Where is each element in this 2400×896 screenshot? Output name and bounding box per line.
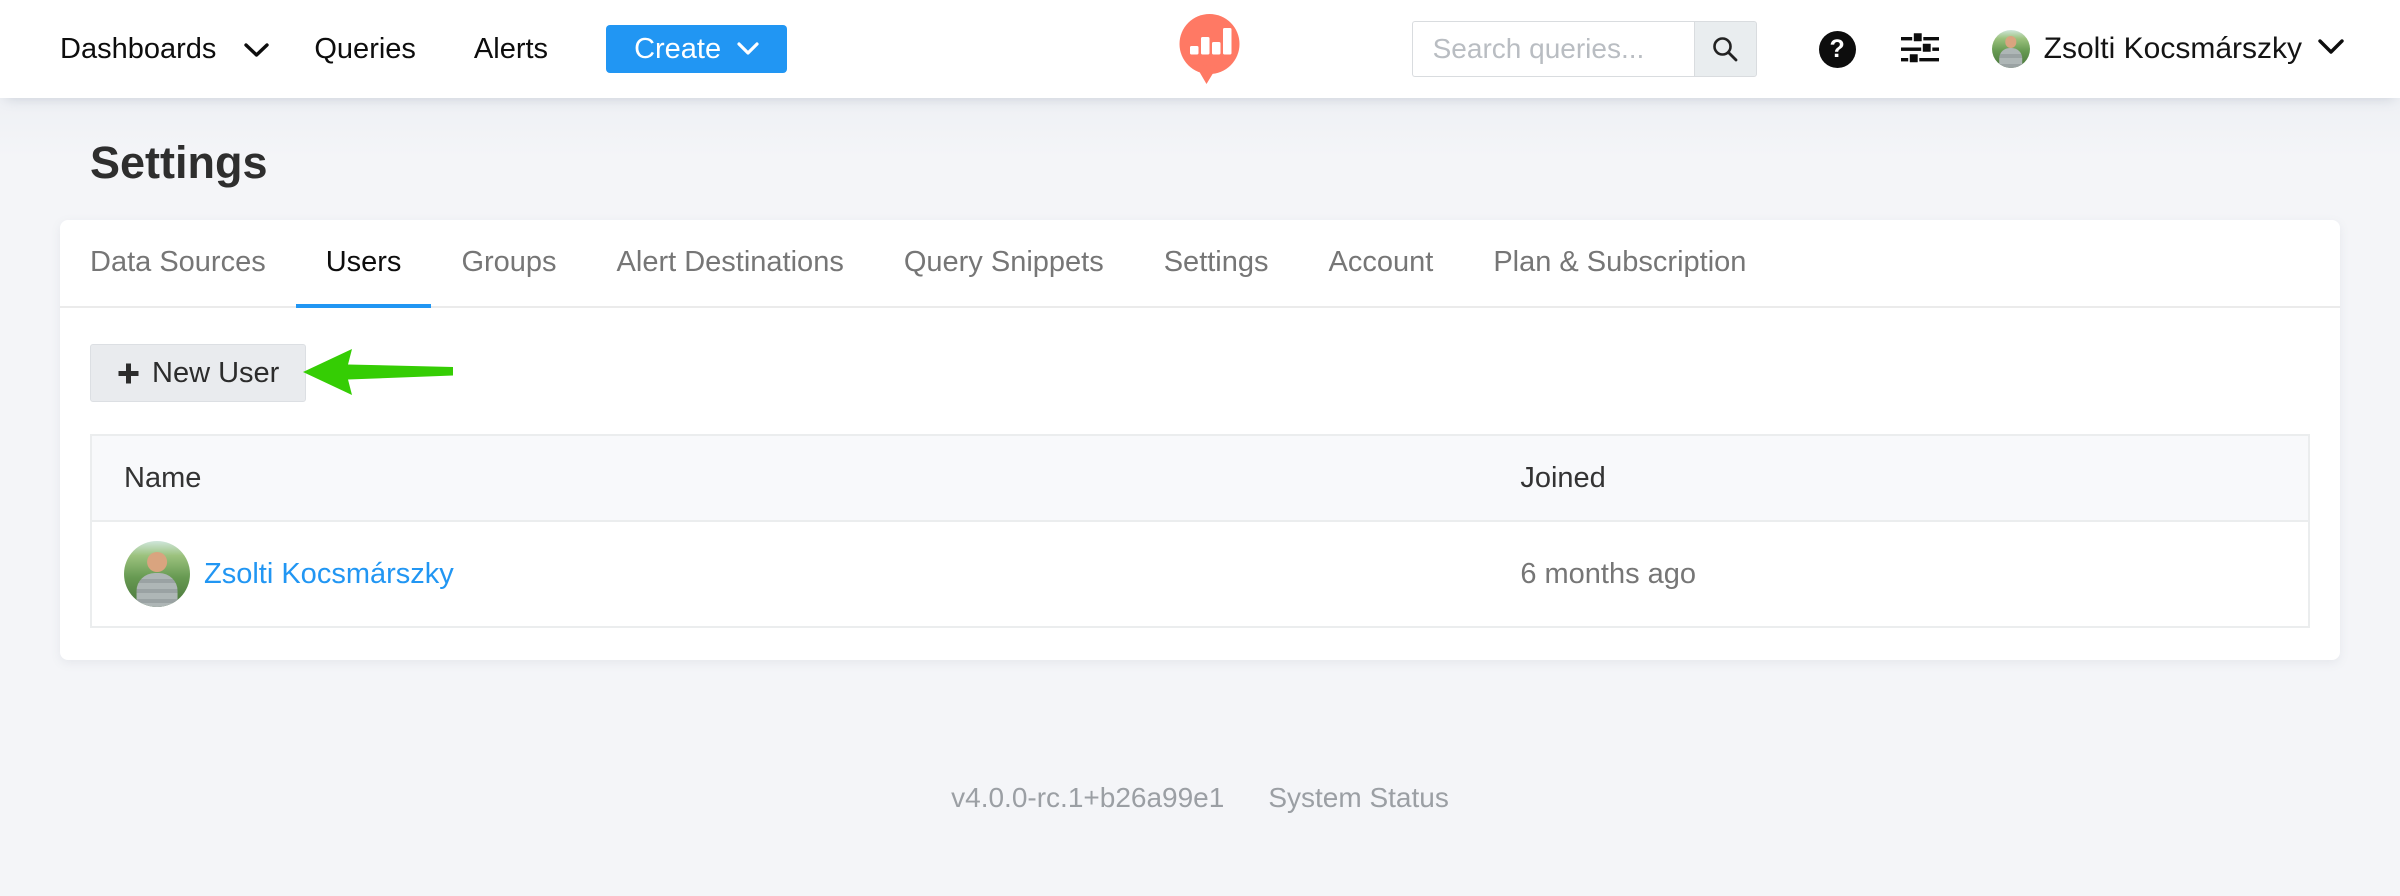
- top-navbar: Dashboards Queries Alerts Create: [0, 0, 2400, 98]
- create-button[interactable]: Create: [606, 25, 787, 73]
- search-icon: [1711, 35, 1739, 63]
- table-row: Zsolti Kocsmárszky 6 months ago: [91, 521, 2309, 627]
- nav-dashboards-label: Dashboards: [60, 33, 216, 66]
- nav-alerts[interactable]: Alerts: [474, 33, 548, 66]
- avatar: [124, 541, 190, 607]
- admin-sliders-button[interactable]: [1900, 30, 1940, 68]
- plus-icon: [117, 362, 140, 385]
- table-header-row: Name Joined: [91, 435, 2309, 521]
- column-header-joined: Joined: [1488, 435, 2309, 521]
- tab-users[interactable]: Users: [296, 220, 432, 308]
- settings-card: Data Sources Users Groups Alert Destinat…: [60, 220, 2340, 660]
- navbar-right-group: ? Zsolti Kocsmárszky: [1412, 21, 2344, 77]
- question-mark-icon: ?: [1829, 35, 1844, 64]
- nav-dashboards[interactable]: Dashboards: [60, 33, 269, 66]
- settings-tabbar: Data Sources Users Groups Alert Destinat…: [60, 220, 2340, 308]
- tab-alert-destinations[interactable]: Alert Destinations: [587, 220, 874, 308]
- tab-data-sources[interactable]: Data Sources: [60, 220, 296, 308]
- search-group: [1412, 21, 1757, 77]
- user-menu[interactable]: Zsolti Kocsmárszky: [1992, 30, 2344, 68]
- main-content: Settings Data Sources Users Groups Alert…: [0, 98, 2400, 896]
- chevron-down-icon: [244, 33, 269, 66]
- page-title: Settings: [0, 98, 2400, 190]
- joined-value: 6 months ago: [1520, 558, 1696, 590]
- avatar: [1992, 30, 2030, 68]
- tab-plan-subscription[interactable]: Plan & Subscription: [1463, 220, 1776, 308]
- redash-logo-icon[interactable]: [1176, 13, 1243, 85]
- help-button[interactable]: ?: [1819, 31, 1856, 68]
- column-header-name: Name: [91, 435, 1488, 521]
- footer: v4.0.0-rc.1+b26a99e1 System Status: [0, 782, 2400, 814]
- chevron-down-icon: [2318, 39, 2344, 60]
- system-status-link[interactable]: System Status: [1268, 782, 1449, 813]
- nav-queries[interactable]: Queries: [314, 33, 416, 66]
- user-name: Zsolti Kocsmárszky: [2044, 32, 2302, 66]
- search-button[interactable]: [1694, 21, 1757, 77]
- tab-account[interactable]: Account: [1299, 220, 1464, 308]
- annotation-arrow-icon: [300, 342, 456, 404]
- search-input[interactable]: [1412, 21, 1694, 77]
- user-profile-link[interactable]: Zsolti Kocsmárszky: [204, 558, 454, 591]
- tab-groups[interactable]: Groups: [431, 220, 586, 308]
- users-table: Name Joined Zsolti Kocsmárszky 6 months …: [90, 434, 2310, 628]
- version-text: v4.0.0-rc.1+b26a99e1: [951, 782, 1224, 813]
- users-panel: New User Name Joined: [60, 308, 2340, 660]
- sliders-icon: [1900, 30, 1940, 68]
- tab-query-snippets[interactable]: Query Snippets: [874, 220, 1134, 308]
- chevron-down-icon: [737, 42, 759, 56]
- new-user-button[interactable]: New User: [90, 344, 306, 402]
- tab-settings[interactable]: Settings: [1134, 220, 1299, 308]
